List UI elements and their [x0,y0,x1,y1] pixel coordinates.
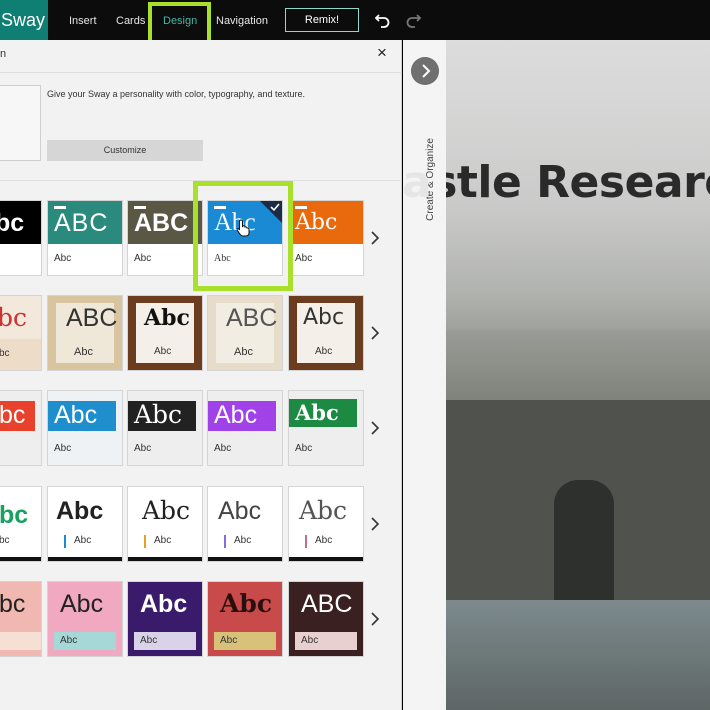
menu-cards[interactable]: Cards [116,0,145,40]
style-thumb[interactable]: Abc Abc [289,487,363,561]
style-thumb[interactable]: Abc Abc [128,487,202,561]
menu-insert[interactable]: Insert [69,0,97,40]
style-thumb[interactable]: ABC Abc [48,201,122,275]
style-thumb[interactable]: bc bc [0,487,41,561]
customize-button[interactable]: Customize [47,140,203,161]
style-thumb[interactable]: Abc Abc [48,487,122,561]
hand-cursor-icon [236,219,250,237]
menu-navigation[interactable]: Navigation [216,0,268,40]
personality-description: Give your Sway a personality with color,… [47,89,305,99]
style-thumb[interactable]: Abc Abc [208,582,282,656]
style-thumb[interactable]: Abc Abc [128,296,202,370]
style-thumb[interactable]: Abc Abc [48,582,122,656]
style-thumb[interactable]: Abc Abc [289,201,363,275]
pane-divider [0,72,402,73]
style-thumb[interactable]: ABC Abc [289,582,363,656]
style-thumb[interactable]: bc [0,582,41,656]
water-image [446,600,710,710]
style-thumb[interactable]: Abc Abc [208,487,282,561]
undo-icon[interactable] [374,11,392,29]
style-thumb[interactable]: Abc Abc [289,391,363,465]
pane-title: n [0,48,7,60]
app-name: Sway [0,0,48,40]
style-thumb[interactable]: Abc Abc [128,582,202,656]
style-thumb[interactable]: bc bc [0,296,41,370]
style-thumb[interactable]: ABC Abc [48,296,122,370]
style-thumb[interactable]: Abc Abc [128,391,202,465]
style-thumb[interactable]: bc [0,201,41,275]
chevron-right-icon[interactable] [369,419,381,437]
expand-arrow-icon[interactable] [411,57,439,85]
top-toolbar: Sway Insert Cards Design Navigation Remi… [0,0,710,44]
design-tab-highlight [148,2,211,44]
castle-archway [554,480,614,620]
chevron-right-icon[interactable] [369,515,381,533]
redo-icon[interactable] [404,11,422,29]
sway-title[interactable]: astle Researc [446,157,710,208]
style-thumb[interactable]: ABC Abc [128,201,202,275]
chevron-right-icon[interactable] [369,229,381,247]
style-thumb[interactable]: ABC Abc [208,296,282,370]
style-thumb[interactable]: Abc Abc [208,391,282,465]
style-thumb[interactable]: Abc Abc [48,391,122,465]
style-thumb[interactable]: bc [0,391,41,465]
title-overflow-fragment: a [403,157,432,208]
current-style-preview [0,85,41,161]
sway-preview: astle Researc [446,40,710,710]
style-thumb[interactable]: Abc Abc [289,296,363,370]
close-pane-button[interactable]: × [374,44,390,62]
create-organize-strip[interactable]: Create & Organize [403,40,446,710]
chevron-right-icon[interactable] [369,324,381,342]
chevron-right-icon[interactable] [369,610,381,628]
remix-button[interactable]: Remix! [285,8,359,32]
